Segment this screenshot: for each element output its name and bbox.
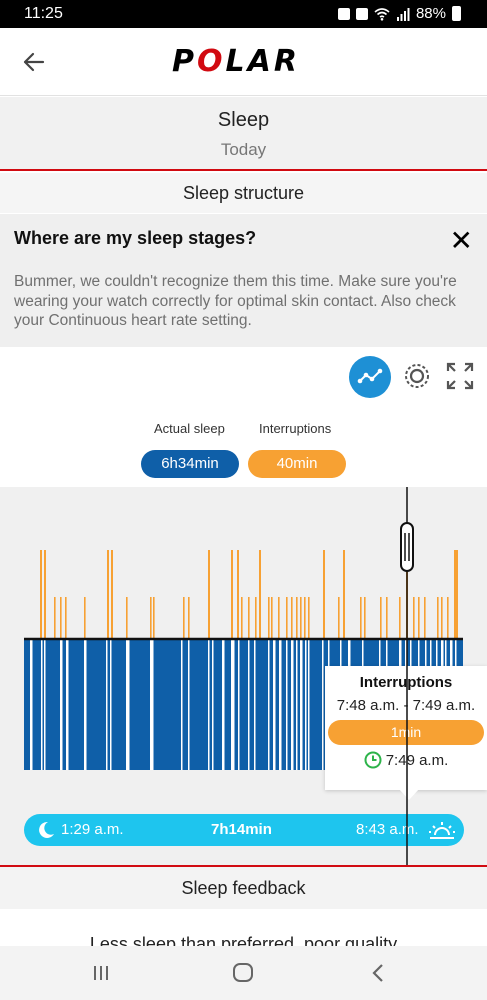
sleep-feedback-text: Less sleep than preferred, poor quality xyxy=(0,932,487,946)
status-icons: 88% xyxy=(337,5,461,22)
cursor-handle[interactable] xyxy=(400,522,414,572)
polar-logo: POLAR xyxy=(172,44,300,79)
fullscreen-icon[interactable] xyxy=(444,360,476,392)
back-nav-icon[interactable] xyxy=(364,960,394,986)
sleep-structure-heading: Sleep structure xyxy=(0,173,487,213)
status-bar: 11:25 88% xyxy=(0,0,487,28)
mute-icon xyxy=(355,7,368,20)
status-time: 11:25 xyxy=(24,5,63,22)
interruptions-value: 40min xyxy=(248,450,346,478)
close-icon[interactable]: ✕ xyxy=(450,224,473,257)
actual-sleep-label: Actual sleep xyxy=(154,421,225,436)
sleep-feedback-heading: Sleep feedback xyxy=(0,867,487,909)
feedback-summary: Less sleep than preferred, poor quality xyxy=(89,934,398,946)
back-arrow-icon[interactable] xyxy=(16,46,52,78)
alarm-icon xyxy=(337,7,350,20)
circular-view-icon[interactable] xyxy=(401,360,433,392)
notice-message: Bummer, we couldn't recognize them this … xyxy=(14,273,457,329)
notice-question: Where are my sleep stages? xyxy=(14,228,257,248)
page-title: Sleep xyxy=(217,109,270,131)
page-header: Sleep Today xyxy=(0,97,487,171)
signal-icon xyxy=(396,7,410,21)
system-nav-bar xyxy=(0,946,487,1000)
battery-percent: 88% xyxy=(415,5,446,22)
interruptions-label: Interruptions xyxy=(259,421,332,436)
time-cursor[interactable] xyxy=(0,487,487,865)
home-icon[interactable] xyxy=(228,960,258,986)
battery-icon xyxy=(452,6,461,21)
wifi-icon xyxy=(374,7,390,21)
trend-chart-icon[interactable] xyxy=(349,356,391,398)
recent-apps-icon[interactable] xyxy=(86,960,116,986)
sleep-stages-notice: Where are my sleep stages? ✕ Bummer, we … xyxy=(0,214,487,347)
actual-sleep-value: 6h34min xyxy=(141,450,239,478)
app-bar: POLAR xyxy=(0,28,487,96)
page-date: Today xyxy=(220,140,267,159)
